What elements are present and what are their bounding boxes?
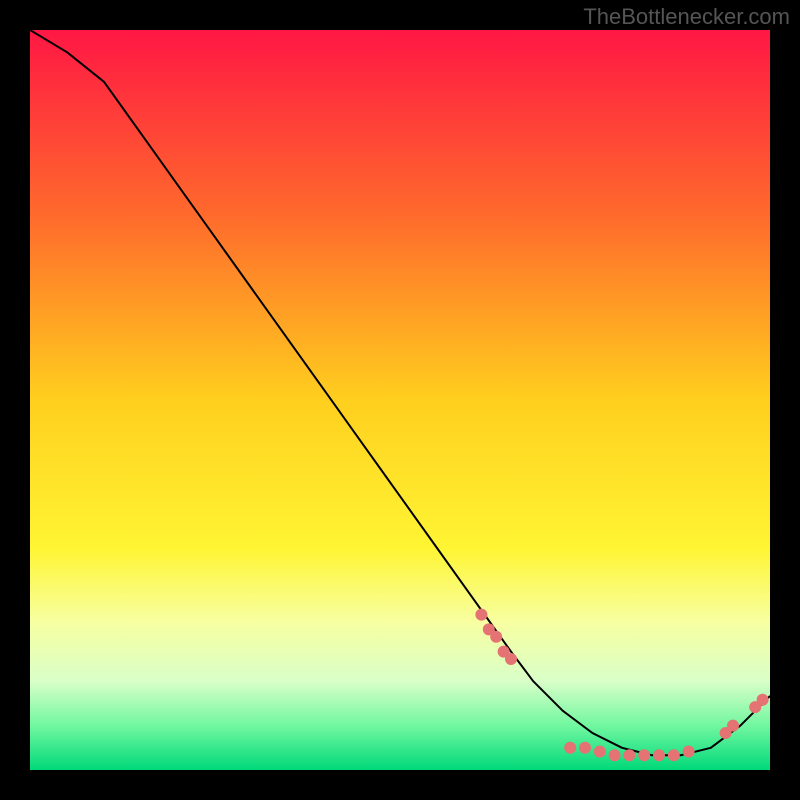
chart-background [30, 30, 770, 770]
marker-point [505, 653, 517, 665]
chart-plot-area [30, 30, 770, 770]
marker-point [579, 742, 591, 754]
marker-point [490, 631, 502, 643]
marker-point [727, 720, 739, 732]
marker-point [609, 749, 621, 761]
marker-point [757, 694, 769, 706]
marker-point [638, 749, 650, 761]
marker-point [653, 749, 665, 761]
marker-point [564, 742, 576, 754]
marker-point [594, 746, 606, 758]
chart-svg [30, 30, 770, 770]
marker-point [683, 746, 695, 758]
marker-point [475, 609, 487, 621]
marker-point [668, 749, 680, 761]
watermark-text: TheBottlenecker.com [583, 4, 790, 30]
marker-point [623, 749, 635, 761]
